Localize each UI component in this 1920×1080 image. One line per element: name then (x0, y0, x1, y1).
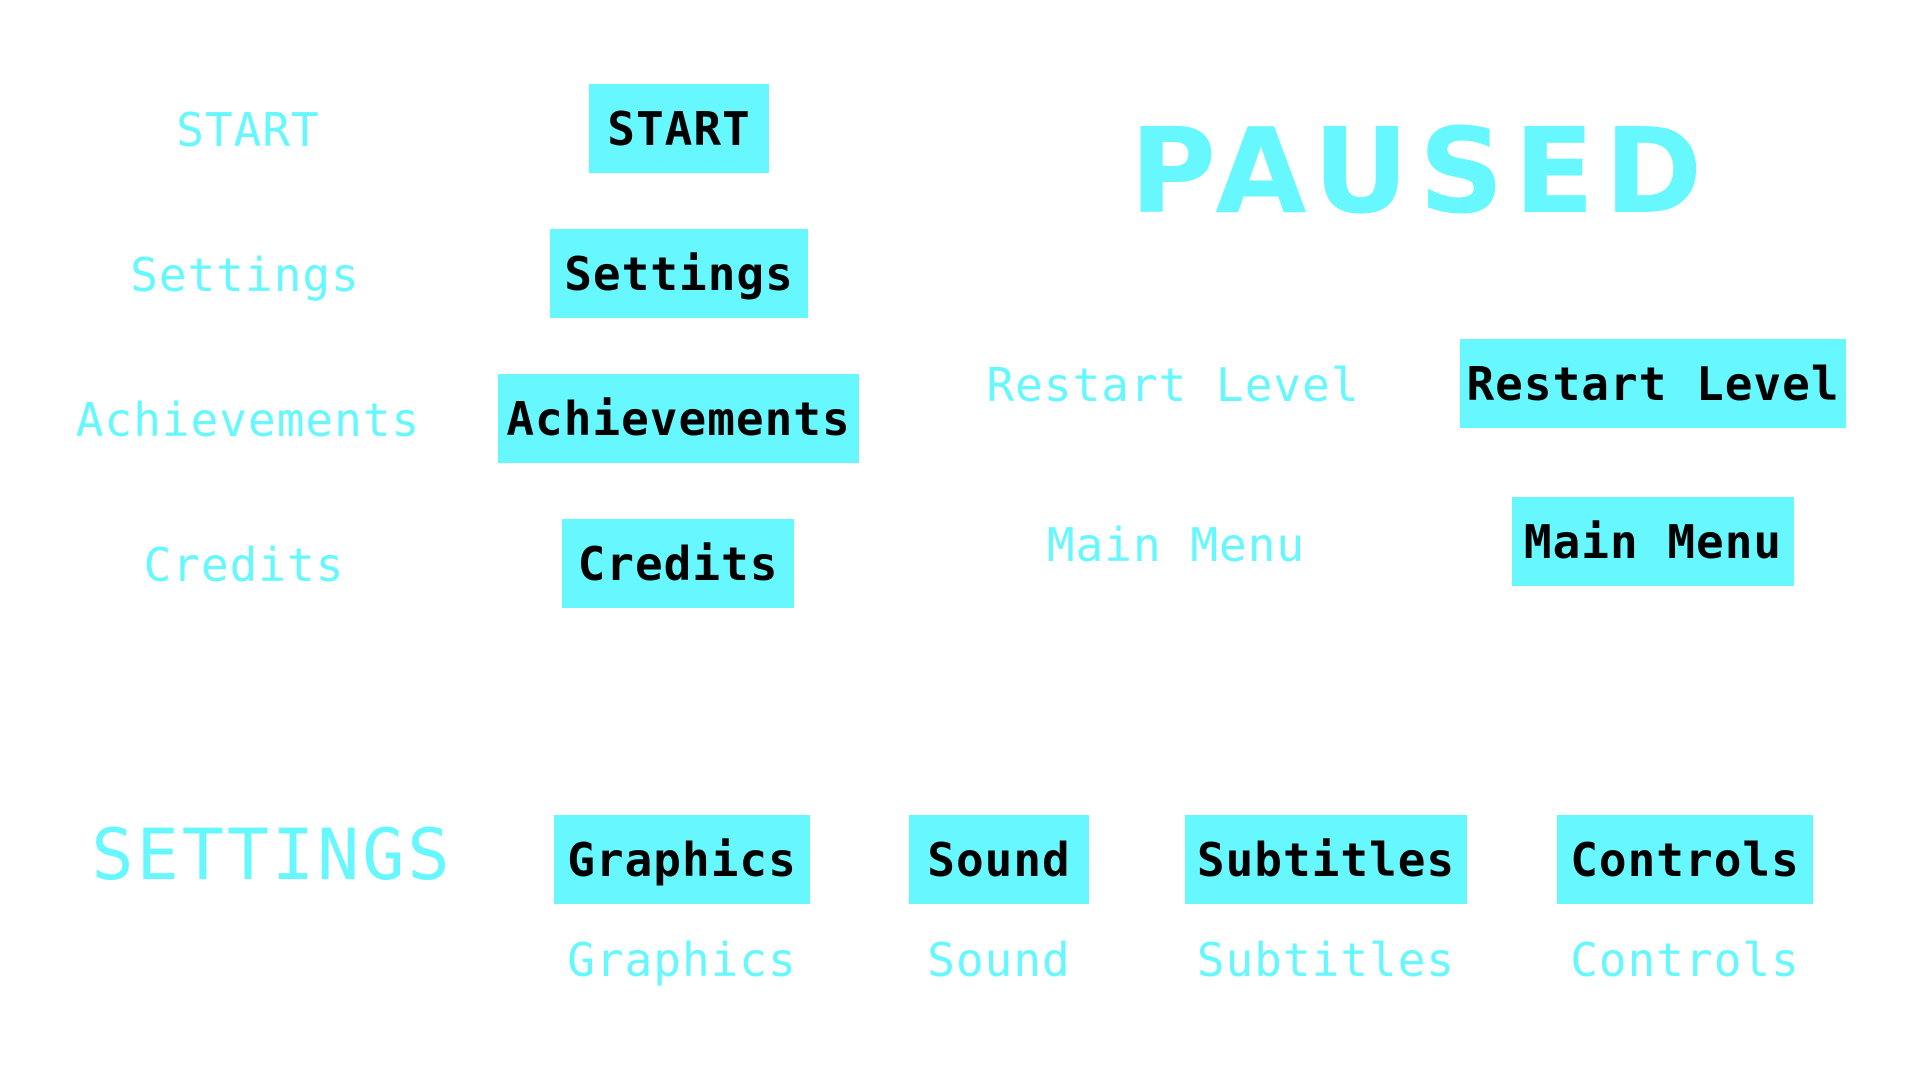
achievements-button[interactable]: Achievements (498, 374, 859, 463)
graphics-button[interactable]: Graphics (554, 815, 810, 904)
start-label: START (176, 103, 320, 157)
restart-level-label: Restart Level (986, 358, 1360, 412)
sound-button[interactable]: Sound (909, 815, 1089, 904)
paused-title: PAUSED (1129, 102, 1713, 240)
subtitles-button[interactable]: Subtitles (1185, 815, 1467, 904)
credits-button[interactable]: Credits (562, 519, 794, 608)
settings-button[interactable]: Settings (550, 229, 808, 318)
subtitles-label: Subtitles (1196, 933, 1456, 987)
controls-label: Controls (1570, 933, 1800, 987)
sound-label: Sound (927, 933, 1071, 987)
ui-kit-canvas: START Settings Achievements Credits STAR… (0, 0, 1920, 1080)
settings-title: SETTINGS (91, 814, 453, 896)
start-button[interactable]: START (589, 84, 769, 173)
settings-label: Settings (130, 248, 360, 302)
credits-label: Credits (143, 538, 345, 592)
achievements-label: Achievements (75, 393, 421, 447)
controls-button[interactable]: Controls (1557, 815, 1813, 904)
main-menu-button[interactable]: Main Menu (1512, 497, 1794, 586)
graphics-label: Graphics (567, 933, 797, 987)
main-menu-label: Main Menu (1046, 518, 1306, 572)
restart-level-button[interactable]: Restart Level (1460, 339, 1846, 428)
